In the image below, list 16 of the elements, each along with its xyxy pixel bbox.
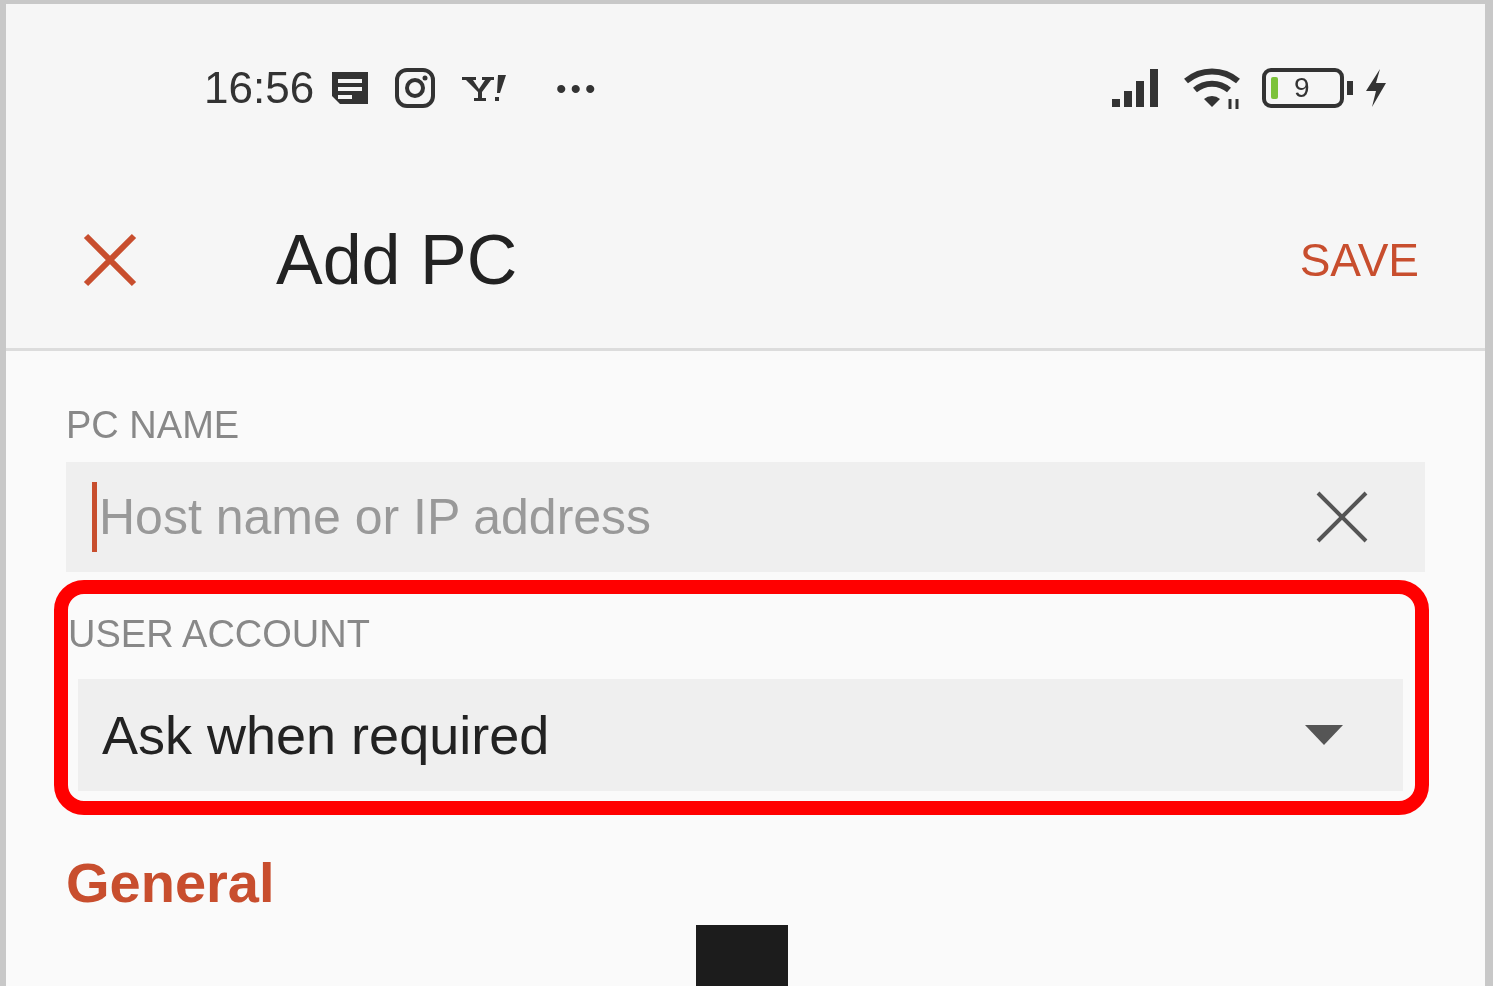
field-label: PC NAME bbox=[66, 403, 241, 448]
camera-icon bbox=[394, 67, 437, 109]
message-icon bbox=[330, 70, 371, 106]
save-button[interactable]: SAVE bbox=[1299, 225, 1419, 295]
clock-time: 16:56 bbox=[204, 62, 315, 114]
app-icon bbox=[460, 73, 509, 103]
pc-name-field[interactable]: Host name or IP address bbox=[66, 462, 1425, 572]
text-input[interactable]: Host name or IP address bbox=[97, 478, 1315, 556]
dropdown-arrow-icon bbox=[1305, 725, 1343, 745]
close-button[interactable] bbox=[82, 232, 138, 288]
page-title: Add PC bbox=[276, 219, 518, 301]
more-notifications-icon: ••• bbox=[556, 65, 600, 111]
user-account-dropdown[interactable]: Ask when required bbox=[78, 679, 1403, 791]
clear-icon[interactable] bbox=[1315, 490, 1369, 544]
section-heading: General bbox=[66, 850, 275, 916]
field-label: USER ACCOUNT bbox=[68, 612, 371, 657]
